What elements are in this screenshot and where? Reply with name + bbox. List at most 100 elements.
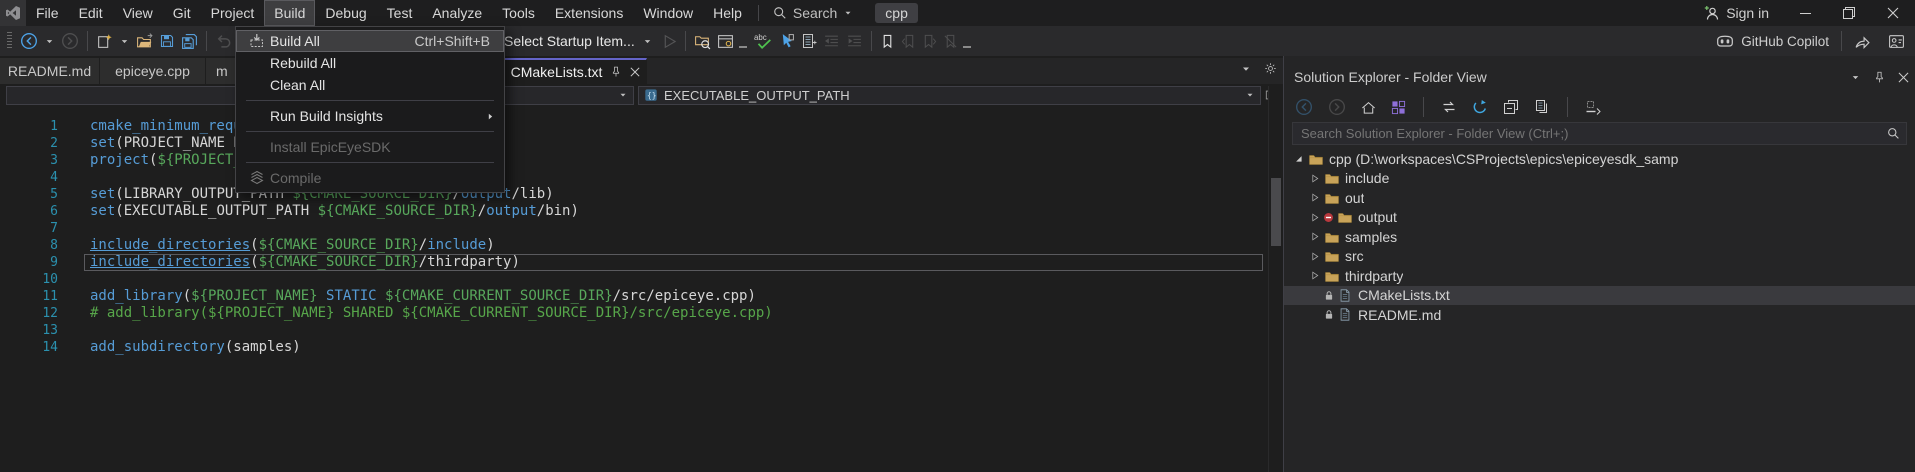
- toolbar-overflow-icon[interactable]: [963, 46, 971, 48]
- code-line-12[interactable]: 12# add_library(${PROJECT_NAME} SHARED $…: [0, 305, 1269, 322]
- pointer-button[interactable]: [775, 31, 798, 52]
- code-line-7[interactable]: 7: [0, 220, 1269, 237]
- switch-views-button[interactable]: [1388, 98, 1409, 117]
- indent-increase-button[interactable]: [843, 31, 866, 52]
- code-line-2[interactable]: 2set(PROJECT_NAME Ep: [0, 135, 1269, 152]
- new-item-button[interactable]: [93, 31, 116, 52]
- tree-item-readme-md[interactable]: README.md: [1284, 305, 1915, 325]
- code-line-1[interactable]: 1cmake_minimum_requ: [0, 118, 1269, 135]
- properties-window-button[interactable]: [714, 31, 737, 52]
- pin-icon[interactable]: [1873, 71, 1886, 84]
- close-tab-icon[interactable]: [630, 67, 640, 77]
- navigate-back-button[interactable]: [1292, 96, 1316, 118]
- tab-readme-md[interactable]: README.md: [0, 58, 100, 84]
- solution-search-box[interactable]: [1292, 122, 1907, 145]
- close-icon[interactable]: [1898, 72, 1909, 83]
- toolbar-overflow-icon[interactable]: [739, 46, 747, 48]
- menu-build[interactable]: Build: [264, 0, 315, 26]
- start-without-debugging-button[interactable]: [659, 32, 680, 51]
- code-line-9[interactable]: 9include_directories(${CMAKE_SOURCE_DIR}…: [0, 254, 1269, 271]
- code-line-3[interactable]: 3project(${PROJECT_: [0, 152, 1269, 169]
- menu-item-clean-all[interactable]: Clean All: [236, 74, 504, 96]
- home-button[interactable]: [1358, 98, 1379, 117]
- expander-expanded-icon[interactable]: [1290, 153, 1306, 164]
- window-position-chevron-icon[interactable]: [1850, 72, 1861, 83]
- editor-scrollbar[interactable]: [1268, 86, 1283, 472]
- save-button[interactable]: [156, 31, 178, 51]
- code-line-14[interactable]: 14add_subdirectory(samples): [0, 339, 1269, 356]
- sign-in-button[interactable]: Sign in: [1690, 5, 1783, 21]
- save-all-button[interactable]: [178, 31, 201, 52]
- menu-view[interactable]: View: [113, 0, 163, 26]
- tree-item-src[interactable]: src: [1284, 247, 1915, 267]
- show-all-files-button[interactable]: [1531, 97, 1553, 117]
- expander-collapsed-icon[interactable]: [1306, 212, 1322, 223]
- menu-project[interactable]: Project: [201, 0, 265, 26]
- tab-list-chevron-icon[interactable]: [1240, 63, 1252, 75]
- toolbar-grip[interactable]: [7, 32, 12, 50]
- navigate-forward-button[interactable]: [58, 30, 82, 52]
- scrollbar-thumb[interactable]: [1271, 178, 1281, 246]
- menu-edit[interactable]: Edit: [69, 0, 113, 26]
- caret-down-button[interactable]: [116, 34, 133, 49]
- undo-button[interactable]: [212, 31, 235, 52]
- menu-file[interactable]: File: [26, 0, 69, 26]
- code-line-6[interactable]: 6set(EXECUTABLE_OUTPUT_PATH ${CMAKE_SOUR…: [0, 203, 1269, 220]
- menu-tools[interactable]: Tools: [492, 0, 545, 26]
- expander-collapsed-icon[interactable]: [1306, 231, 1322, 242]
- menu-extensions[interactable]: Extensions: [545, 0, 633, 26]
- tab-cmakelists-txt[interactable]: CMakeLists.txt: [505, 58, 647, 84]
- find-in-files-button[interactable]: [691, 31, 714, 52]
- minimize-button[interactable]: [1783, 0, 1827, 26]
- code-line-11[interactable]: 11add_library(${PROJECT_NAME} STATIC ${C…: [0, 288, 1269, 305]
- solution-search-input[interactable]: [1299, 125, 1887, 142]
- expander-collapsed-icon[interactable]: [1306, 173, 1322, 184]
- feedback-icon[interactable]: [1888, 33, 1905, 50]
- tree-item-thirdparty[interactable]: thirdparty: [1284, 266, 1915, 286]
- menu-git[interactable]: Git: [163, 0, 201, 26]
- code-line-5[interactable]: 5set(LIBRARY_OUTPUT_PATH ${CMAKE_SOURCE_…: [0, 186, 1269, 203]
- tree-item-cpp-d-workspaces-csprojects-ep[interactable]: cpp (D:\workspaces\CSProjects\epics\epic…: [1284, 149, 1915, 169]
- menu-debug[interactable]: Debug: [315, 0, 376, 26]
- menu-window[interactable]: Window: [633, 0, 703, 26]
- menu-item-rebuild-all[interactable]: Rebuild All: [236, 52, 504, 74]
- menu-analyze[interactable]: Analyze: [422, 0, 492, 26]
- sync-arrows-button[interactable]: [1438, 97, 1460, 117]
- bookmark-button[interactable]: [877, 32, 898, 51]
- open-folder-button[interactable]: [133, 31, 156, 52]
- expander-collapsed-icon[interactable]: [1306, 270, 1322, 281]
- menu-help[interactable]: Help: [703, 0, 752, 26]
- tab-epiceye-cpp[interactable]: epiceye.cpp: [100, 58, 206, 84]
- bookmark-next-button[interactable]: [919, 32, 940, 51]
- tree-item-output[interactable]: output: [1284, 208, 1915, 228]
- tree-item-out[interactable]: out: [1284, 188, 1915, 208]
- menu-test[interactable]: Test: [377, 0, 423, 26]
- refresh-button[interactable]: [1469, 97, 1491, 117]
- tree-item-samples[interactable]: samples: [1284, 227, 1915, 247]
- expander-collapsed-icon[interactable]: [1306, 251, 1322, 262]
- document-outline-button[interactable]: [798, 31, 820, 51]
- tree-item-cmakelists-txt[interactable]: CMakeLists.txt: [1284, 286, 1915, 306]
- code-line-8[interactable]: 8include_directories(${CMAKE_SOURCE_DIR}…: [0, 237, 1269, 254]
- code-line-4[interactable]: 4: [0, 169, 1269, 186]
- restore-button[interactable]: [1827, 0, 1871, 26]
- navbar-symbol-dropdown[interactable]: {} EXECUTABLE_OUTPUT_PATH: [638, 86, 1261, 105]
- track-active-item-button[interactable]: [1582, 97, 1604, 117]
- collapse-all-button[interactable]: [1500, 97, 1522, 117]
- pin-tab-icon[interactable]: [610, 66, 622, 78]
- navigate-back-button[interactable]: [17, 30, 41, 52]
- share-icon[interactable]: [1854, 33, 1871, 50]
- code-line-10[interactable]: 10: [0, 271, 1269, 288]
- tree-item-include[interactable]: include: [1284, 169, 1915, 189]
- expander-collapsed-icon[interactable]: [1306, 192, 1322, 203]
- menu-item-build-all[interactable]: Build AllCtrl+Shift+B: [236, 30, 504, 52]
- bookmark-clear-button[interactable]: [940, 32, 961, 51]
- close-button[interactable]: [1871, 0, 1915, 26]
- code-editor[interactable]: 1cmake_minimum_requ2set(PROJECT_NAME Ep3…: [0, 106, 1269, 472]
- caret-down-button[interactable]: [41, 34, 58, 49]
- code-line-13[interactable]: 13: [0, 322, 1269, 339]
- editor-options-gear-icon[interactable]: [1264, 62, 1277, 75]
- bookmark-prev-button[interactable]: [898, 32, 919, 51]
- indent-decrease-button[interactable]: [820, 31, 843, 52]
- spell-check-button[interactable]: abc: [751, 30, 775, 52]
